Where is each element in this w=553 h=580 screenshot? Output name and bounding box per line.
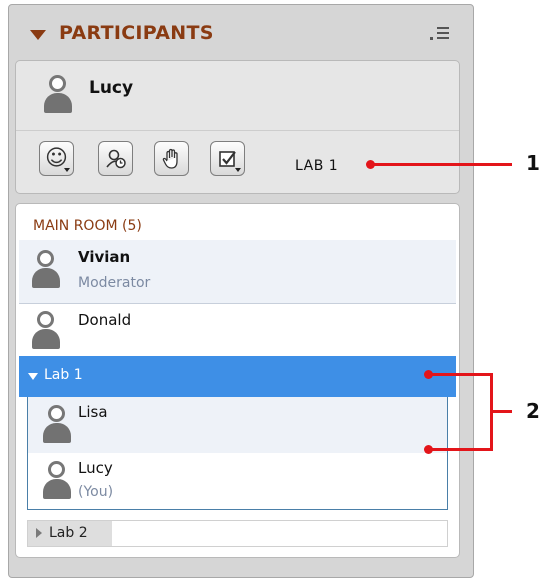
participant-row[interactable]: Donald [19,305,456,355]
dropdown-arrow-icon [64,168,70,172]
participant-row[interactable]: Lucy (You) [28,453,447,509]
user-avatar-icon [43,405,71,445]
breakout-room-lab1-header[interactable]: Lab 1 [19,356,456,397]
user-avatar-icon [43,461,71,501]
panel-title: PARTICIPANTS [59,22,214,44]
participant-name: Lucy [78,459,113,477]
collapse-triangle-icon[interactable] [30,30,46,40]
callout-line [428,448,493,451]
my-user-row: Lucy [16,61,459,131]
breakout-room-lab2-header[interactable]: Lab 2 [27,520,448,547]
participant-row[interactable]: Lisa [28,397,447,453]
main-room-header: MAIN ROOM (5) [33,218,142,234]
breakout-room-label: Lab 1 [44,367,83,383]
my-name: Lucy [89,78,134,98]
callout-line [428,373,493,376]
status-emoticon-button[interactable]: ☺ [39,141,74,176]
expand-triangle-icon[interactable] [36,528,42,538]
participant-name: Lisa [78,403,108,421]
user-avatar-icon [32,250,60,290]
participant-note: (You) [78,484,114,500]
expand-triangle-icon[interactable] [28,373,38,380]
lab2-tab[interactable]: Lab 2 [28,521,112,546]
raise-hand-button[interactable] [154,141,189,176]
my-status-box: Lucy ☺ LAB 1 [15,60,460,194]
participant-name: Vivian [78,248,131,266]
user-avatar-icon [44,75,72,115]
checkbox-icon [218,150,236,167]
participant-role: Moderator [78,275,151,291]
panel-header[interactable]: PARTICIPANTS [9,5,473,59]
away-timer-button[interactable] [98,141,133,176]
smiley-icon: ☺ [45,145,68,171]
breakout-room-label: Lab 2 [49,525,88,541]
callout-line [370,163,512,166]
participant-row[interactable]: Vivian Moderator [19,240,456,304]
agree-checkbox-button[interactable] [210,141,245,176]
callout-number: 2 [526,399,540,423]
breakout-room-lab1-list: Lisa Lucy (You) [27,397,448,510]
current-room-label: LAB 1 [295,158,339,174]
user-avatar-icon [32,311,60,351]
callout-number: 1 [526,151,540,175]
dropdown-arrow-icon [235,168,241,172]
main-room-label: MAIN ROOM [33,218,118,234]
panel-menu-icon[interactable] [427,25,449,43]
participant-list: MAIN ROOM (5) Vivian Moderator Donald La… [15,203,460,558]
raise-hand-icon [162,148,178,169]
callout-line [490,410,512,413]
participant-name: Donald [78,311,132,329]
main-room-count: (5) [122,218,142,234]
user-clock-icon [105,149,126,168]
